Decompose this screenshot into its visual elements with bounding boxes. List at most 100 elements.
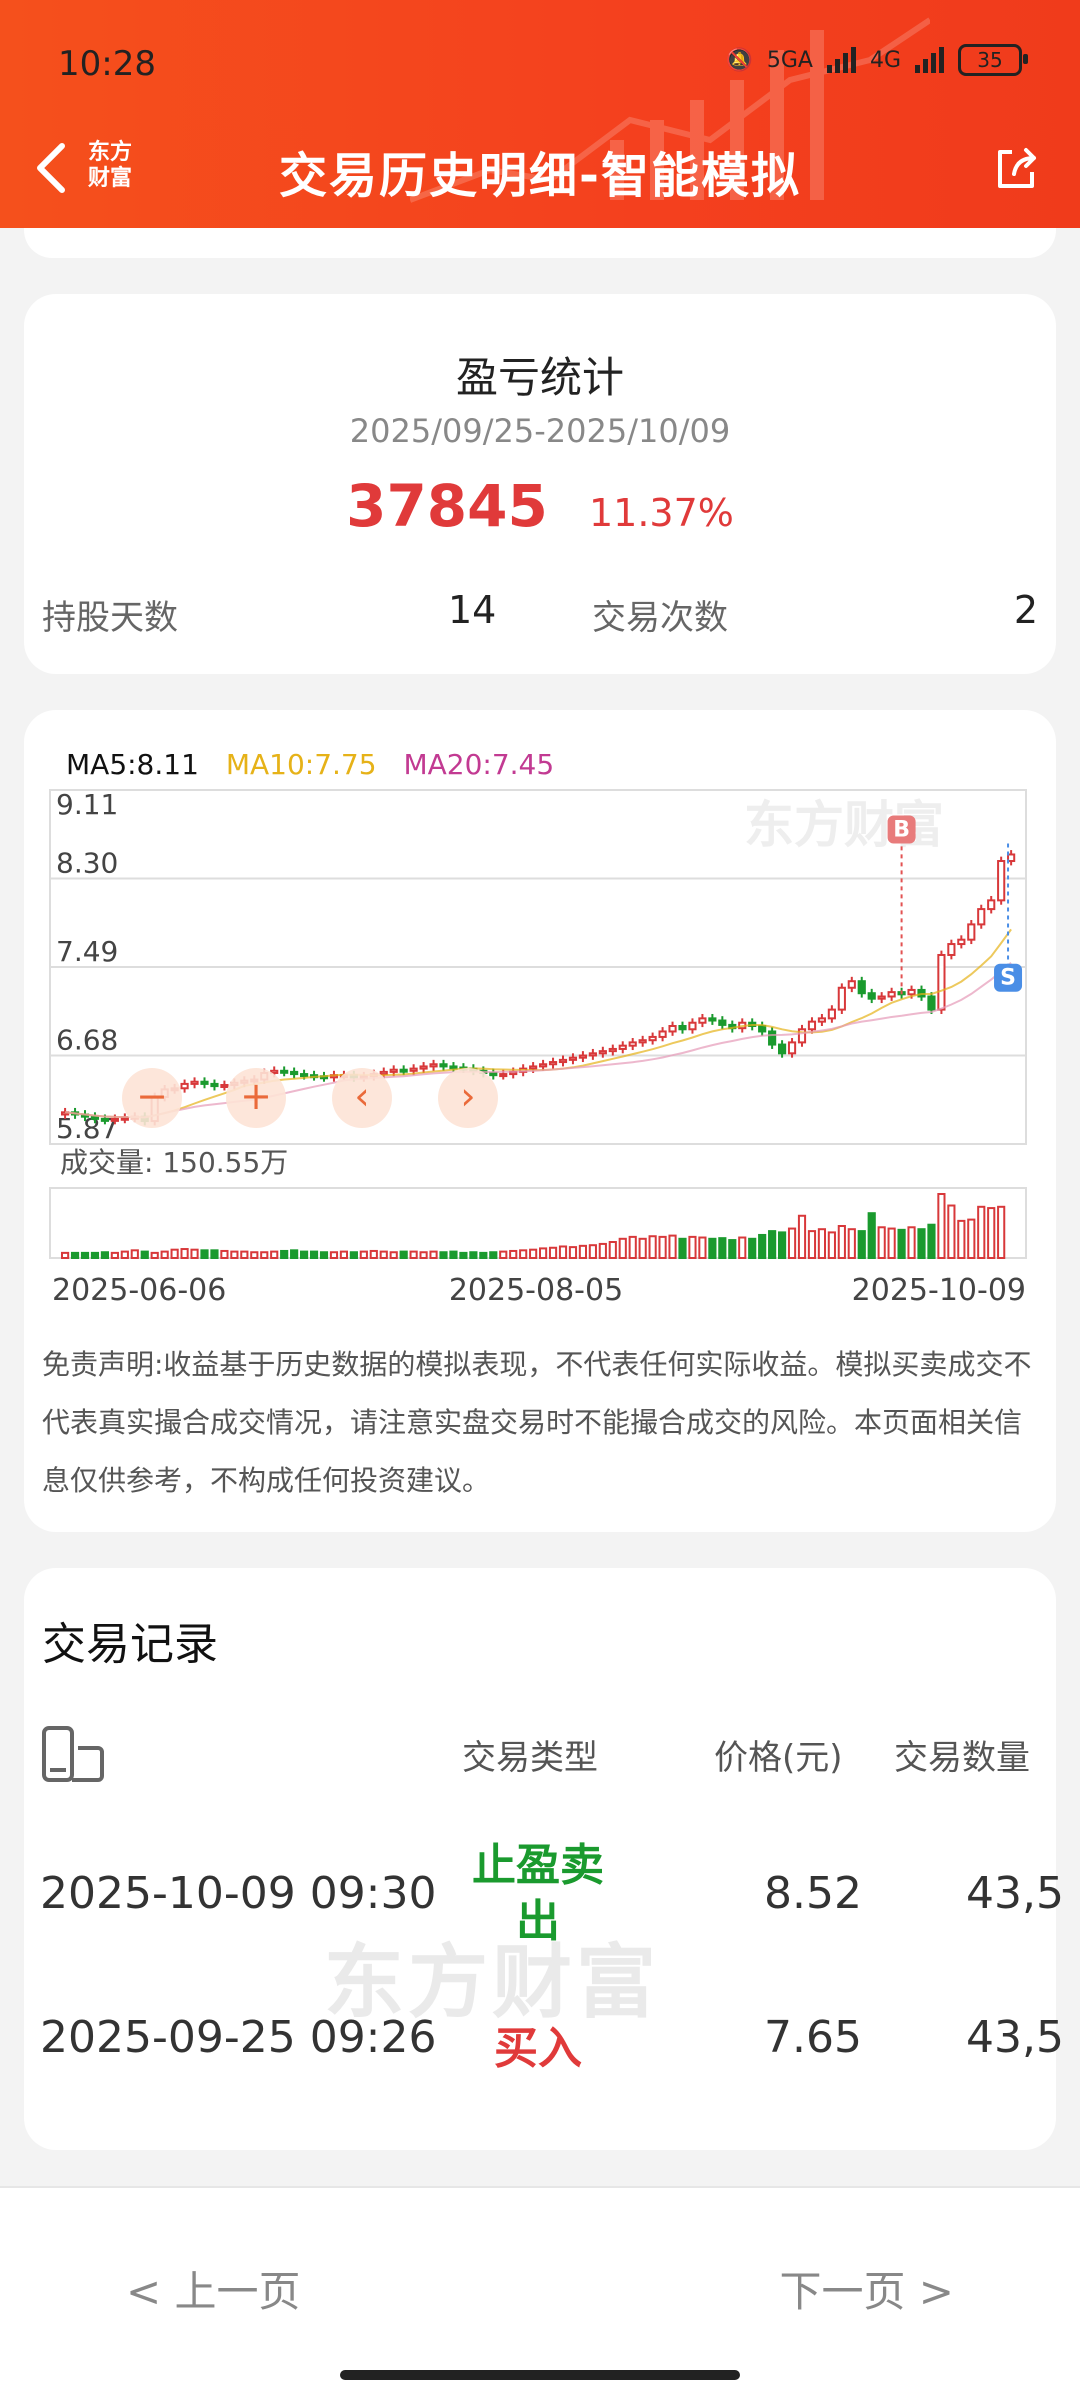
candle (568, 1056, 578, 1061)
candle (867, 992, 876, 1000)
row2-price: 7.65 (764, 2012, 862, 2063)
volume-bar (668, 1234, 677, 1259)
volume-bar (449, 1250, 458, 1259)
ma10-line (64, 928, 1012, 1119)
candle (210, 1082, 219, 1088)
volume-bar (260, 1251, 269, 1259)
mute-icon: 🔕 (725, 47, 753, 73)
volume-bar (369, 1249, 378, 1260)
profit-stats-card: 盈亏统计 2025/09/25-2025/10/09 37845 11.37% … (24, 294, 1056, 674)
candle (529, 1065, 538, 1070)
candle (698, 1017, 707, 1024)
candle (817, 1017, 827, 1023)
candle (618, 1044, 627, 1050)
profit-amount: 37845 (346, 472, 548, 540)
col-header-price: 价格(元) (714, 1738, 843, 1778)
volume-bar (150, 1251, 159, 1260)
volume-bar (300, 1250, 309, 1259)
candle (837, 986, 846, 1011)
candle (280, 1069, 289, 1074)
volume-bar (329, 1251, 339, 1259)
phone-rotate-icon[interactable] (40, 1726, 106, 1784)
trade-count-value: 2 (1013, 588, 1038, 632)
ma20-line (64, 962, 1012, 1119)
row2-qty: 43,5 (966, 2012, 1064, 2063)
volume-bar (160, 1250, 169, 1259)
volume-bar (708, 1237, 717, 1259)
volume-bar (977, 1205, 986, 1259)
next-page-button[interactable]: 下一页 > (779, 2258, 954, 2319)
candle (190, 1080, 199, 1085)
volume-bar (907, 1226, 916, 1260)
candle (499, 1073, 508, 1078)
volume-bar (648, 1235, 657, 1259)
volume-bar (688, 1235, 697, 1260)
candle (638, 1039, 647, 1044)
volume-bar (120, 1250, 129, 1259)
volume-bar (957, 1219, 966, 1260)
home-indicator[interactable] (340, 2370, 740, 2380)
candle (668, 1025, 677, 1033)
volume-frame (49, 1187, 1027, 1259)
row1-price: 8.52 (764, 1868, 862, 1919)
volume-bar (658, 1235, 667, 1260)
volume-bar (867, 1212, 876, 1260)
volume-bar (409, 1250, 418, 1259)
volume-bar (997, 1205, 1006, 1259)
disclaimer-text: 免责声明:收益基于历史数据的模拟表现，不代表任何实际收益。模拟买卖成交不代表真实… (42, 1348, 1032, 1497)
page-title: 交易历史明细-智能模拟 (279, 148, 801, 204)
candle (628, 1041, 637, 1047)
candle (827, 1008, 836, 1020)
volume-bar (718, 1237, 727, 1259)
share-icon[interactable] (992, 144, 1040, 192)
candle (987, 899, 996, 911)
volume-bar (80, 1251, 90, 1260)
volume-bar (290, 1249, 299, 1260)
status-time: 10:28 (58, 44, 156, 84)
y-tick-label: 7.49 (56, 935, 118, 968)
stats-title: 盈亏统计 (455, 353, 624, 402)
y-tick-label: 8.30 (56, 847, 118, 880)
volume-bar (827, 1231, 836, 1260)
volume-bar (110, 1251, 119, 1260)
candle (220, 1084, 229, 1088)
x-tick-label: 2025-08-05 (449, 1273, 623, 1308)
volume-bar (100, 1251, 110, 1259)
candle (658, 1030, 667, 1038)
candle (290, 1070, 299, 1076)
trade-records-card: 东方财富 交易记录 交易类型 价格(元) 交易数量 2025-10-09 09:… (24, 1568, 1064, 2150)
volume-bar (240, 1250, 249, 1259)
candle (807, 1020, 817, 1031)
sell-marker-label: S (1000, 966, 1016, 991)
x-tick-label: 2025-06-06 (52, 1273, 226, 1308)
volume-bar (339, 1250, 349, 1259)
battery-icon: 35 (958, 44, 1028, 76)
candle (977, 908, 986, 926)
candle (758, 1025, 767, 1033)
candle (578, 1054, 588, 1059)
volume-bar (429, 1250, 438, 1259)
candle (588, 1052, 597, 1057)
volume-bar (887, 1227, 896, 1259)
kline-chart-card: MA5:8.11 MA10:7.75 MA20:7.45 9.11 8.30 7.4… (24, 710, 1056, 1532)
volume-bar (190, 1248, 199, 1259)
volume-bar (70, 1251, 80, 1260)
trade-count-label: 交易次数 (592, 598, 728, 638)
candle (787, 1041, 797, 1055)
volume-bar (170, 1248, 179, 1259)
y-tick-label: 6.68 (56, 1024, 118, 1057)
candle (120, 1116, 129, 1121)
volume-bar (728, 1239, 737, 1260)
kline-chart[interactable]: 9.118.307.496.685.87成交量: 150.55万东方财富BS− +… (24, 710, 1056, 1330)
volume-bar (768, 1230, 777, 1259)
candle (100, 1117, 110, 1122)
volume-bar (578, 1244, 588, 1260)
hold-days-label: 持股天数 (42, 598, 178, 638)
prev-page-button[interactable]: < 上一页 (126, 2258, 301, 2319)
col-header-type: 交易类型 (462, 1738, 598, 1778)
buy-marker-label: B (893, 818, 910, 843)
volume-bar (588, 1244, 597, 1260)
volume-bar (847, 1228, 856, 1260)
candle (678, 1025, 687, 1031)
candle (539, 1063, 548, 1068)
